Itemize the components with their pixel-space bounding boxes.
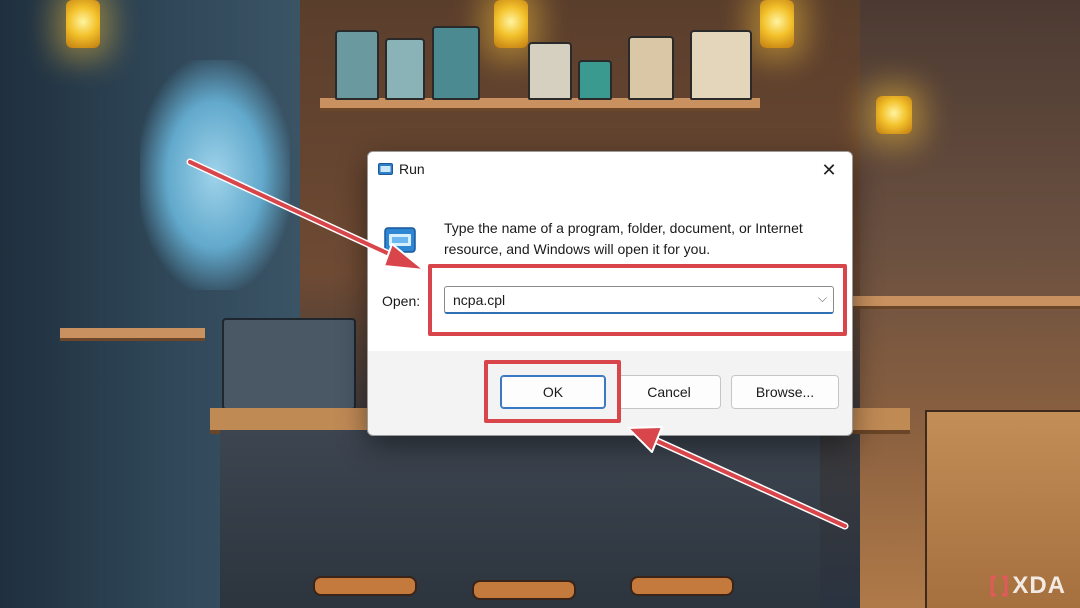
background-lamp (760, 0, 794, 48)
background-stool (630, 576, 734, 596)
browse-button[interactable]: Browse... (731, 375, 839, 409)
close-icon: ✕ (821, 159, 837, 180)
background-stool (472, 580, 576, 600)
title-bar[interactable]: Run ✕ (368, 152, 852, 188)
close-button[interactable]: ✕ (806, 152, 852, 188)
background-shelf (850, 296, 1080, 306)
xda-logo-icon (990, 575, 1008, 597)
run-icon (378, 163, 393, 175)
highlight-box-ok-button (484, 360, 621, 423)
run-icon (384, 227, 416, 253)
open-label: Open: (382, 293, 421, 309)
dialog-description: Type the name of a program, folder, docu… (444, 220, 803, 257)
background-jar (432, 26, 480, 100)
background-lamp (494, 0, 528, 48)
background-window-glow (140, 60, 290, 290)
background-jar (690, 30, 752, 100)
background-jar (578, 60, 612, 100)
cancel-button[interactable]: Cancel (617, 375, 721, 409)
dialog-title: Run (399, 161, 425, 177)
highlight-box-command-input (428, 264, 847, 336)
background-stool (313, 576, 417, 596)
background-jar (335, 30, 379, 100)
background-jar (628, 36, 674, 100)
background-jar (385, 38, 425, 100)
background-shelf (60, 328, 205, 338)
background-machine (222, 318, 356, 410)
background-jar (528, 42, 572, 100)
watermark: XDA (990, 572, 1066, 600)
background-lamp (66, 0, 100, 48)
background-lamp (876, 96, 912, 134)
watermark-text: XDA (1012, 572, 1066, 599)
